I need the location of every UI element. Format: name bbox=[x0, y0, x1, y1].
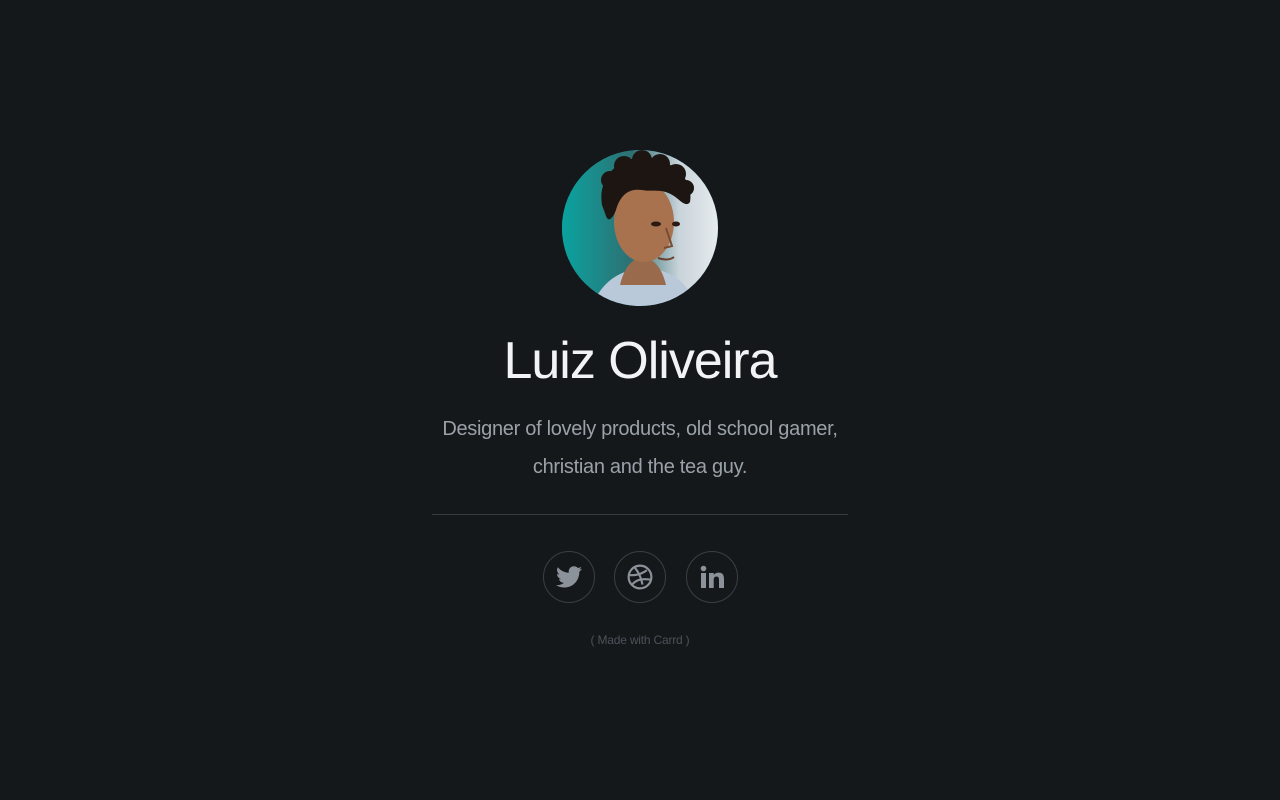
profile-name: Luiz Oliveira bbox=[503, 332, 777, 390]
carrd-link[interactable]: Carrd bbox=[654, 633, 683, 647]
bio-line-1: Designer of lovely products, old school … bbox=[442, 418, 838, 440]
linkedin-icon bbox=[700, 565, 724, 588]
twitter-icon bbox=[556, 566, 582, 588]
linkedin-link[interactable] bbox=[686, 551, 738, 603]
dribbble-link[interactable] bbox=[614, 551, 666, 603]
credit-prefix: Made with bbox=[597, 633, 654, 647]
page: Luiz Oliveira Designer of lovely product… bbox=[0, 0, 1280, 800]
made-with-credit: ( Made with Carrd ) bbox=[0, 631, 1280, 649]
dribbble-icon bbox=[627, 564, 653, 590]
credit-close: ) bbox=[682, 633, 690, 647]
bio-line-2: christian and the tea guy. bbox=[532, 456, 748, 478]
divider bbox=[432, 514, 848, 515]
avatar bbox=[562, 150, 718, 306]
profile-bio: Designer of lovely products, old school … bbox=[430, 410, 850, 486]
portrait-photo bbox=[562, 150, 718, 306]
twitter-link[interactable] bbox=[543, 551, 595, 603]
profile-card: Luiz Oliveira Designer of lovely product… bbox=[0, 0, 1280, 800]
